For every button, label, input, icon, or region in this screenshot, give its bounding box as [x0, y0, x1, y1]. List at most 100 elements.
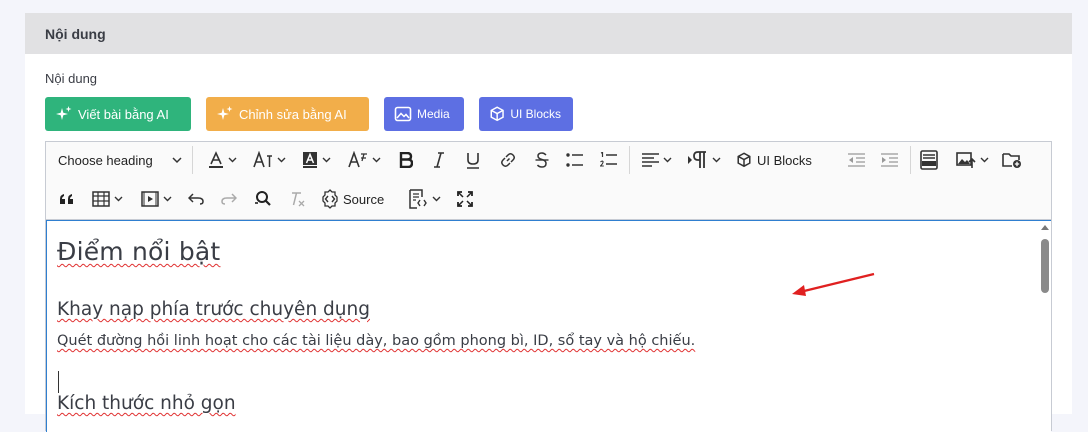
insert-image-button[interactable]: [950, 147, 994, 173]
field-label: Nội dung: [45, 71, 98, 86]
text-cursor: [58, 371, 59, 393]
media-label: Media: [417, 107, 450, 121]
rich-text-editor: Choose heading UI Blocks Source Điểm nổi…: [45, 141, 1052, 432]
bulleted-list-button[interactable]: [564, 147, 586, 173]
numbered-list-icon: [600, 152, 617, 167]
editor-content[interactable]: Điểm nổi bật Khay nạp phía trước chuyên …: [46, 220, 1051, 432]
cube-icon: [490, 106, 504, 122]
page: Nội dung Nội dung Viết bài bằng AI Chỉnh…: [0, 0, 1088, 432]
undo-icon: [188, 193, 204, 205]
chevron-down-icon: [980, 157, 988, 163]
ui-blocks-toolbar-label: UI Blocks: [757, 152, 812, 168]
editor-scrollbar[interactable]: [1039, 221, 1051, 432]
image-icon: [394, 106, 412, 122]
ui-blocks-button[interactable]: UI Blocks: [479, 97, 573, 131]
undo-button[interactable]: [185, 186, 207, 212]
bulleted-list-icon: [566, 153, 583, 167]
ai-write-button[interactable]: Viết bài bằng AI: [45, 97, 191, 131]
redo-button[interactable]: [218, 186, 240, 212]
section-header: Nội dung: [25, 13, 1072, 54]
numbered-list-button[interactable]: [598, 147, 620, 173]
fullscreen-button[interactable]: [454, 186, 476, 212]
strikethrough-button[interactable]: [531, 147, 553, 173]
remove-format-button[interactable]: [286, 186, 308, 212]
background-color-button[interactable]: [298, 147, 334, 173]
chevron-down-icon: [163, 196, 171, 202]
image-upload-icon: [955, 152, 976, 168]
link-button[interactable]: [497, 147, 519, 173]
ai-write-label: Viết bài bằng AI: [78, 106, 169, 122]
alignment-button[interactable]: [637, 147, 677, 173]
font-family-button[interactable]: [343, 147, 385, 173]
bold-button[interactable]: [394, 147, 418, 173]
templates-button[interactable]: [402, 186, 446, 212]
find-replace-button[interactable]: [252, 186, 274, 212]
scroll-thumb[interactable]: [1041, 239, 1049, 293]
source-button[interactable]: Source: [320, 186, 390, 212]
highlight-icon: [302, 152, 317, 168]
ai-edit-button[interactable]: Chỉnh sửa bằng AI: [206, 97, 369, 131]
chevron-down-icon: [114, 196, 122, 202]
indent-icon: [880, 153, 898, 167]
blockquote-button[interactable]: [56, 186, 78, 212]
ui-blocks-toolbar-button[interactable]: UI Blocks: [736, 147, 818, 173]
insert-table-button[interactable]: [86, 186, 128, 212]
content-heading-2[interactable]: Kích thước nhỏ gọn: [57, 393, 236, 414]
redo-icon: [221, 193, 237, 205]
heading-dropdown[interactable]: Choose heading: [58, 147, 182, 173]
chevron-down-icon: [663, 157, 672, 163]
font-family-icon: [347, 151, 367, 168]
font-color-icon: [208, 151, 223, 168]
font-color-button[interactable]: [204, 147, 240, 173]
editor-toolbar: Choose heading UI Blocks Source: [46, 142, 1051, 220]
ai-edit-label: Chỉnh sửa bằng AI: [239, 106, 347, 122]
chevron-down-icon: [277, 157, 285, 163]
source-label: Source: [343, 191, 385, 207]
chevron-down-icon: [322, 157, 330, 163]
underline-button[interactable]: [462, 147, 484, 173]
scroll-up-arrow-icon[interactable]: [1041, 225, 1049, 230]
indent-button[interactable]: [877, 147, 901, 173]
link-icon: [501, 153, 515, 167]
remove-format-icon: [292, 192, 305, 207]
chevron-down-icon: [228, 157, 236, 163]
font-size-icon: [252, 151, 272, 168]
annotation-arrow-icon: [792, 272, 875, 296]
video-icon: [140, 191, 159, 207]
find-replace-icon: [255, 191, 271, 206]
outdent-button[interactable]: [844, 147, 868, 173]
paragraph-direction-button[interactable]: [684, 147, 724, 173]
chevron-down-icon: [432, 196, 440, 202]
media-button[interactable]: Media: [384, 97, 464, 131]
chevron-down-icon: [712, 157, 720, 163]
quote-icon: [60, 194, 73, 204]
outdent-icon: [847, 153, 865, 167]
align-left-icon: [642, 153, 659, 167]
html-embed-icon: [920, 150, 938, 170]
insert-media-button[interactable]: [135, 186, 177, 212]
bold-icon: [399, 152, 413, 168]
ui-blocks-label: UI Blocks: [510, 107, 561, 121]
table-icon: [91, 191, 110, 207]
sparkle-icon: [56, 106, 72, 120]
content-heading-1[interactable]: Khay nạp phía trước chuyên dụng: [57, 299, 370, 320]
template-icon: [408, 189, 427, 209]
underline-icon: [467, 152, 479, 169]
html-embed-button[interactable]: [917, 147, 941, 173]
content-card: Nội dung Nội dung Viết bài bằng AI Chỉnh…: [25, 0, 1072, 432]
chevron-down-icon: [372, 157, 380, 163]
sparkle-icon: [217, 106, 233, 120]
file-manager-button[interactable]: [1000, 147, 1024, 173]
heading-dropdown-label: Choose heading: [58, 152, 153, 168]
content-title[interactable]: Điểm nổi bật: [57, 237, 220, 266]
font-size-button[interactable]: [249, 147, 289, 173]
chevron-down-icon: [172, 157, 182, 164]
paragraph-icon: [687, 151, 706, 168]
content-paragraph-1[interactable]: Quét đường hồi linh hoạt cho các tài liệ…: [57, 333, 695, 349]
folder-add-icon: [1002, 153, 1021, 168]
italic-button[interactable]: [428, 147, 450, 173]
source-code-icon: [322, 189, 338, 209]
strikethrough-icon: [535, 152, 549, 168]
section-title: Nội dung: [45, 25, 106, 42]
italic-icon: [434, 152, 444, 168]
